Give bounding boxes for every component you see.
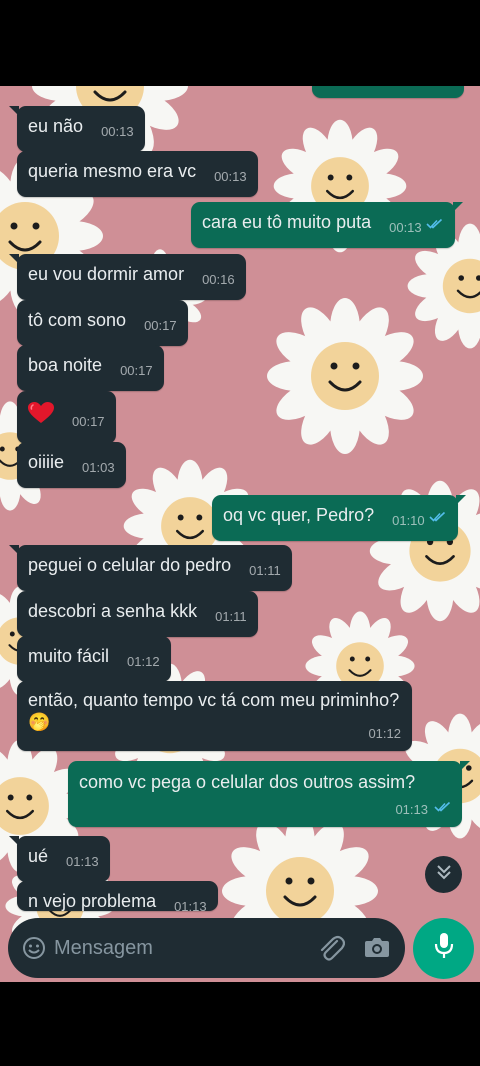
message-composer bbox=[8, 918, 405, 978]
message-time: 00:13 bbox=[101, 124, 134, 139]
message-incoming[interactable]: ué 01:13 bbox=[9, 836, 110, 882]
message-time: 00:17 bbox=[72, 414, 105, 429]
message-time: 01:03 bbox=[82, 460, 115, 475]
message-time: 00:16 bbox=[202, 272, 235, 287]
double-check-icon bbox=[434, 796, 452, 818]
double-check-icon bbox=[426, 213, 444, 235]
message-text: muito fácil bbox=[28, 646, 110, 666]
message-text: descobri a senha kkk bbox=[28, 601, 198, 621]
chat-area[interactable]: eu não 00:13 queria mesmo era vc 00:13 car… bbox=[0, 86, 480, 982]
red-heart-icon bbox=[28, 402, 54, 429]
message-incoming[interactable]: 00:17 bbox=[17, 391, 116, 444]
message-text: ué bbox=[28, 846, 49, 866]
message-time: 01:12 bbox=[368, 726, 401, 741]
message-text: como vc pega o celular dos outros assim? bbox=[79, 772, 416, 792]
microphone-icon bbox=[433, 932, 455, 965]
message-text: peguei o celular do pedro bbox=[28, 555, 232, 575]
message-text: cara eu tô muito puta bbox=[202, 212, 372, 232]
message-text: boa noite bbox=[28, 355, 103, 375]
message-text: então, quanto tempo vc tá com meu primin… bbox=[28, 690, 400, 732]
message-incoming[interactable]: tô com sono 00:17 bbox=[17, 300, 188, 346]
message-incoming[interactable]: eu vou dormir amor 00:16 bbox=[9, 254, 246, 300]
message-time: 01:12 bbox=[127, 654, 160, 669]
message-time: 00:13 bbox=[214, 169, 247, 184]
message-text: n vejo problema bbox=[28, 891, 157, 911]
message-text: oiiiie bbox=[28, 452, 65, 472]
message-incoming[interactable]: queria mesmo era vc 00:13 bbox=[17, 151, 258, 197]
message-incoming[interactable]: oiiiie 01:03 bbox=[17, 442, 126, 488]
message-text: oq vc quer, Pedro? bbox=[223, 505, 375, 525]
message-time: 01:11 bbox=[215, 609, 247, 624]
message-incoming[interactable]: descobri a senha kkk 01:11 bbox=[17, 591, 258, 637]
emoji-icon[interactable] bbox=[22, 936, 46, 965]
message-time: 01:10 bbox=[392, 513, 425, 528]
message-incoming[interactable]: n vejo problema 01:13 bbox=[17, 881, 218, 911]
message-incoming[interactable]: muito fácil 01:12 bbox=[17, 636, 171, 682]
message-time: 01:11 bbox=[249, 563, 281, 578]
message-outgoing[interactable]: oq vc quer, Pedro? 01:10 bbox=[212, 495, 466, 541]
message-time: 00:17 bbox=[120, 363, 153, 378]
scroll-to-bottom-button[interactable] bbox=[425, 856, 462, 893]
message-input[interactable] bbox=[54, 932, 294, 964]
message-incoming[interactable]: então, quanto tempo vc tá com meu primin… bbox=[17, 681, 412, 751]
message-time: 01:13 bbox=[395, 802, 428, 817]
camera-icon[interactable] bbox=[364, 935, 390, 964]
paperclip-icon[interactable] bbox=[317, 933, 346, 968]
double-chevron-down-icon bbox=[435, 863, 453, 886]
message-outgoing[interactable] bbox=[312, 86, 464, 98]
message-time: 01:13 bbox=[66, 854, 99, 869]
message-text: tô com sono bbox=[28, 310, 127, 330]
message-text: eu vou dormir amor bbox=[28, 264, 185, 284]
message-text: eu não bbox=[28, 116, 84, 136]
microphone-button[interactable] bbox=[413, 918, 474, 979]
message-text: queria mesmo era vc bbox=[28, 161, 197, 181]
message-incoming[interactable]: peguei o celular do pedro 01:11 bbox=[9, 545, 292, 591]
message-time: 00:13 bbox=[389, 220, 422, 235]
message-incoming[interactable]: eu não 00:13 bbox=[9, 106, 145, 152]
double-check-icon bbox=[429, 506, 447, 528]
message-outgoing[interactable]: cara eu tô muito puta 00:13 bbox=[191, 202, 463, 248]
message-time: 00:17 bbox=[144, 318, 177, 333]
message-outgoing[interactable]: como vc pega o celular dos outros assim?… bbox=[68, 761, 470, 827]
message-time: 01:13 bbox=[174, 899, 207, 911]
message-incoming[interactable]: boa noite 00:17 bbox=[17, 345, 164, 391]
